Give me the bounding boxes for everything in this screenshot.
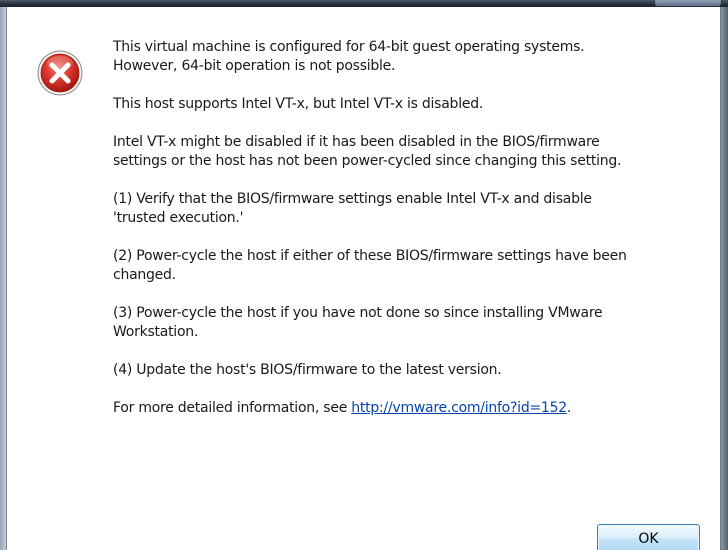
message-line: (3) Power-cycle the host if you have not… [113, 305, 603, 321]
error-dialog: This virtual machine is configured for 6… [0, 0, 728, 550]
more-info-prefix: For more detailed information, see [113, 400, 352, 416]
more-info-suffix: . [566, 400, 572, 416]
message-line: (1) Verify that the BIOS/firmware settin… [113, 191, 592, 207]
window-frame-right [720, 7, 728, 550]
message-paragraph-3: Intel VT-x might be disabled if it has b… [113, 133, 713, 171]
message-line: Intel VT-x might be disabled if it has b… [113, 134, 600, 150]
message-line: changed. [113, 267, 176, 283]
message-line: 'trusted execution.' [113, 210, 244, 226]
dialog-content: This virtual machine is configured for 6… [7, 7, 720, 550]
message-line: (2) Power-cycle the host if either of th… [113, 248, 627, 264]
message-paragraph-7: (4) Update the host's BIOS/firmware to t… [113, 361, 713, 380]
message-line: This virtual machine is configured for 6… [113, 39, 585, 55]
close-button[interactable] [654, 0, 722, 7]
message-paragraph-2: This host supports Intel VT-x, but Intel… [113, 95, 713, 114]
message-paragraph-8: For more detailed information, see http:… [113, 399, 713, 418]
message-line: However, 64-bit operation is not possibl… [113, 58, 396, 74]
error-message: This virtual machine is configured for 6… [113, 38, 713, 437]
message-paragraph-1: This virtual machine is configured for 6… [113, 38, 713, 76]
more-info-link[interactable]: http://vmware.com/info?id=152 [351, 400, 567, 416]
message-paragraph-6: (3) Power-cycle the host if you have not… [113, 304, 713, 342]
window-frame-left [0, 7, 7, 550]
message-line: This host supports Intel VT-x, but Intel… [113, 96, 484, 112]
message-line: Workstation. [113, 324, 199, 340]
message-paragraph-5: (2) Power-cycle the host if either of th… [113, 247, 713, 285]
message-line: (4) Update the host's BIOS/firmware to t… [113, 362, 502, 378]
error-icon [37, 50, 83, 96]
ok-button[interactable]: OK [597, 524, 700, 550]
message-paragraph-4: (1) Verify that the BIOS/firmware settin… [113, 190, 713, 228]
title-bar [0, 0, 728, 7]
message-line: settings or the host has not been power-… [113, 153, 622, 169]
